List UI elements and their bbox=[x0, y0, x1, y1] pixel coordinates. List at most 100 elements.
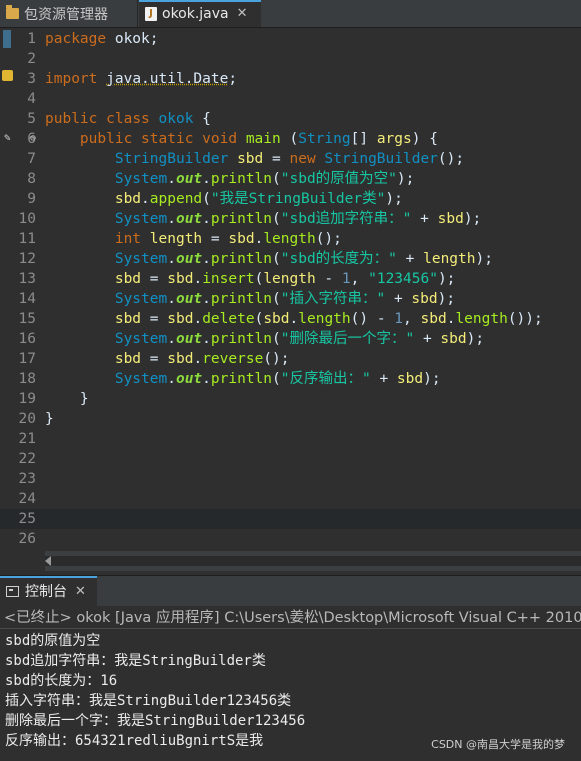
line-number: 7 bbox=[27, 151, 36, 167]
code-line[interactable]: 15 sbd = sbd.delete(sbd.length() - 1, sb… bbox=[0, 309, 581, 329]
line-number: 24 bbox=[18, 491, 36, 507]
close-tab-icon[interactable]: ✕ bbox=[237, 6, 248, 21]
code-token: System bbox=[114, 291, 168, 307]
code-line[interactable]: 8 System.out.println("sbd的原值为空"); bbox=[0, 169, 581, 189]
code-token: length bbox=[298, 311, 351, 327]
code-line[interactable]: 24 bbox=[0, 489, 581, 509]
code-line[interactable]: 11 int length = sbd.length(); bbox=[0, 229, 581, 249]
tab-console[interactable]: 控制台 ✕ bbox=[0, 576, 97, 606]
code-token: sbd bbox=[440, 331, 467, 347]
code-token: okok bbox=[158, 111, 194, 127]
console-output-line: 反序输出：654321redliuBgnirtS是我 bbox=[5, 733, 264, 749]
code-text: import java.util.Date; bbox=[45, 69, 237, 89]
code-text: sbd = sbd.insert(length - 1, "123456"); bbox=[45, 269, 456, 289]
code-line[interactable]: 5 public class okok { bbox=[0, 109, 581, 129]
code-token: . bbox=[202, 331, 211, 347]
code-line[interactable]: 10 System.out.println("sbd追加字符串：" + sbd)… bbox=[0, 209, 581, 229]
code-line[interactable]: 3 import java.util.Date; bbox=[0, 69, 581, 89]
code-line[interactable]: 14 System.out.println("插入字符串：" + sbd); bbox=[0, 289, 581, 309]
code-text: sbd.append("我是StringBuilder类"); bbox=[45, 189, 403, 209]
line-number: 9 bbox=[27, 191, 36, 207]
code-token: . bbox=[167, 171, 176, 187]
code-text: int length = sbd.length(); bbox=[45, 229, 342, 249]
code-token: out bbox=[175, 331, 203, 347]
code-token: , bbox=[350, 271, 369, 287]
code-token: ()); bbox=[507, 311, 543, 327]
line-number: 14 bbox=[18, 291, 36, 307]
code-text: System.out.println("反序输出：" + sbd); bbox=[45, 369, 441, 389]
code-line[interactable]: 25 bbox=[0, 509, 581, 529]
console-output-line: sbd追加字符串：我是StringBuilder类 bbox=[5, 653, 266, 669]
code-line[interactable]: 17 sbd = sbd.reverse(); bbox=[0, 349, 581, 369]
code-line[interactable]: 9 sbd.append("我是StringBuilder类"); bbox=[0, 189, 581, 209]
scroll-left-arrow-icon[interactable] bbox=[45, 556, 51, 566]
horizontal-scrollbar[interactable] bbox=[45, 551, 581, 571]
code-token: length bbox=[263, 271, 316, 287]
code-token: sbd bbox=[396, 371, 424, 387]
code-token: ); bbox=[475, 251, 493, 267]
code-line[interactable]: 19 } bbox=[0, 389, 581, 409]
code-token: ); bbox=[385, 191, 403, 207]
code-token: sbd bbox=[411, 291, 438, 307]
code-token: ); bbox=[396, 171, 415, 187]
close-console-icon[interactable]: ✕ bbox=[75, 584, 86, 599]
code-token: ); bbox=[466, 331, 485, 347]
code-token: (); bbox=[263, 351, 290, 367]
code-token: out bbox=[175, 291, 203, 307]
code-line[interactable]: 18 System.out.println("反序输出：" + sbd); bbox=[0, 369, 581, 389]
tab-okok-java[interactable]: J okok.java ✕ bbox=[139, 0, 261, 27]
console-icon bbox=[6, 585, 19, 597]
tab-package-explorer-label: 包资源管理器 bbox=[24, 6, 108, 23]
code-line[interactable]: 12 System.out.println("sbd的长度为：" + lengt… bbox=[0, 249, 581, 269]
code-line[interactable]: 13 sbd = sbd.insert(length - 1, "123456"… bbox=[0, 269, 581, 289]
code-line[interactable]: 16 System.out.println("删除最后一个字：" + sbd); bbox=[0, 329, 581, 349]
code-token: StringBuilder bbox=[324, 151, 438, 167]
code-token: int bbox=[114, 231, 142, 247]
line-number: 16 bbox=[18, 331, 36, 347]
code-line[interactable]: 7 StringBuilder sbd = new StringBuilder(… bbox=[0, 149, 581, 169]
code-token: sbd bbox=[114, 351, 142, 367]
code-token: out bbox=[175, 211, 203, 227]
code-line[interactable]: 6 ⊖ public static void main (String[] arg… bbox=[0, 129, 581, 149]
code-editor[interactable]: ✎ 1 package okok; 2 3 import java.util.Date;… bbox=[0, 28, 581, 550]
console-tab-bar: 控制台 ✕ bbox=[0, 576, 581, 606]
code-token: ( bbox=[272, 331, 281, 347]
code-token: . bbox=[167, 291, 176, 307]
code-text: System.out.println("删除最后一个字：" + sbd); bbox=[45, 329, 484, 349]
code-line[interactable]: 22 bbox=[0, 449, 581, 469]
code-line[interactable]: 26 bbox=[0, 529, 581, 549]
code-token: "sbd的原值为空" bbox=[280, 171, 397, 187]
code-line[interactable]: 2 bbox=[0, 49, 581, 69]
code-text: } bbox=[45, 389, 89, 409]
code-token: sbd bbox=[237, 151, 264, 167]
tab-package-explorer[interactable]: 包资源管理器 bbox=[0, 0, 138, 27]
code-text: sbd = sbd.reverse(); bbox=[45, 349, 290, 369]
code-token: . bbox=[141, 191, 150, 207]
code-token: = bbox=[263, 151, 290, 167]
horizontal-scrollbar-thumb[interactable] bbox=[45, 556, 581, 566]
code-line[interactable]: 1 package okok; bbox=[0, 29, 581, 49]
code-token: . bbox=[167, 331, 176, 347]
code-token: . bbox=[193, 311, 203, 327]
code-token: "反序输出：" bbox=[280, 371, 371, 387]
code-token: out bbox=[175, 171, 203, 187]
code-token: System bbox=[114, 331, 168, 347]
code-line[interactable]: 20} bbox=[0, 409, 581, 429]
line-number: 21 bbox=[18, 431, 36, 447]
code-line[interactable]: 21 bbox=[0, 429, 581, 449]
fold-toggle-icon[interactable]: ⊖ bbox=[30, 129, 36, 149]
code-token: String bbox=[298, 131, 351, 147]
code-line[interactable]: 23 bbox=[0, 469, 581, 489]
code-line[interactable]: 4 bbox=[0, 89, 581, 109]
console-output-line: sbd的长度为：16 bbox=[5, 673, 118, 689]
code-text: public static void main (String[] args) … bbox=[45, 129, 438, 149]
